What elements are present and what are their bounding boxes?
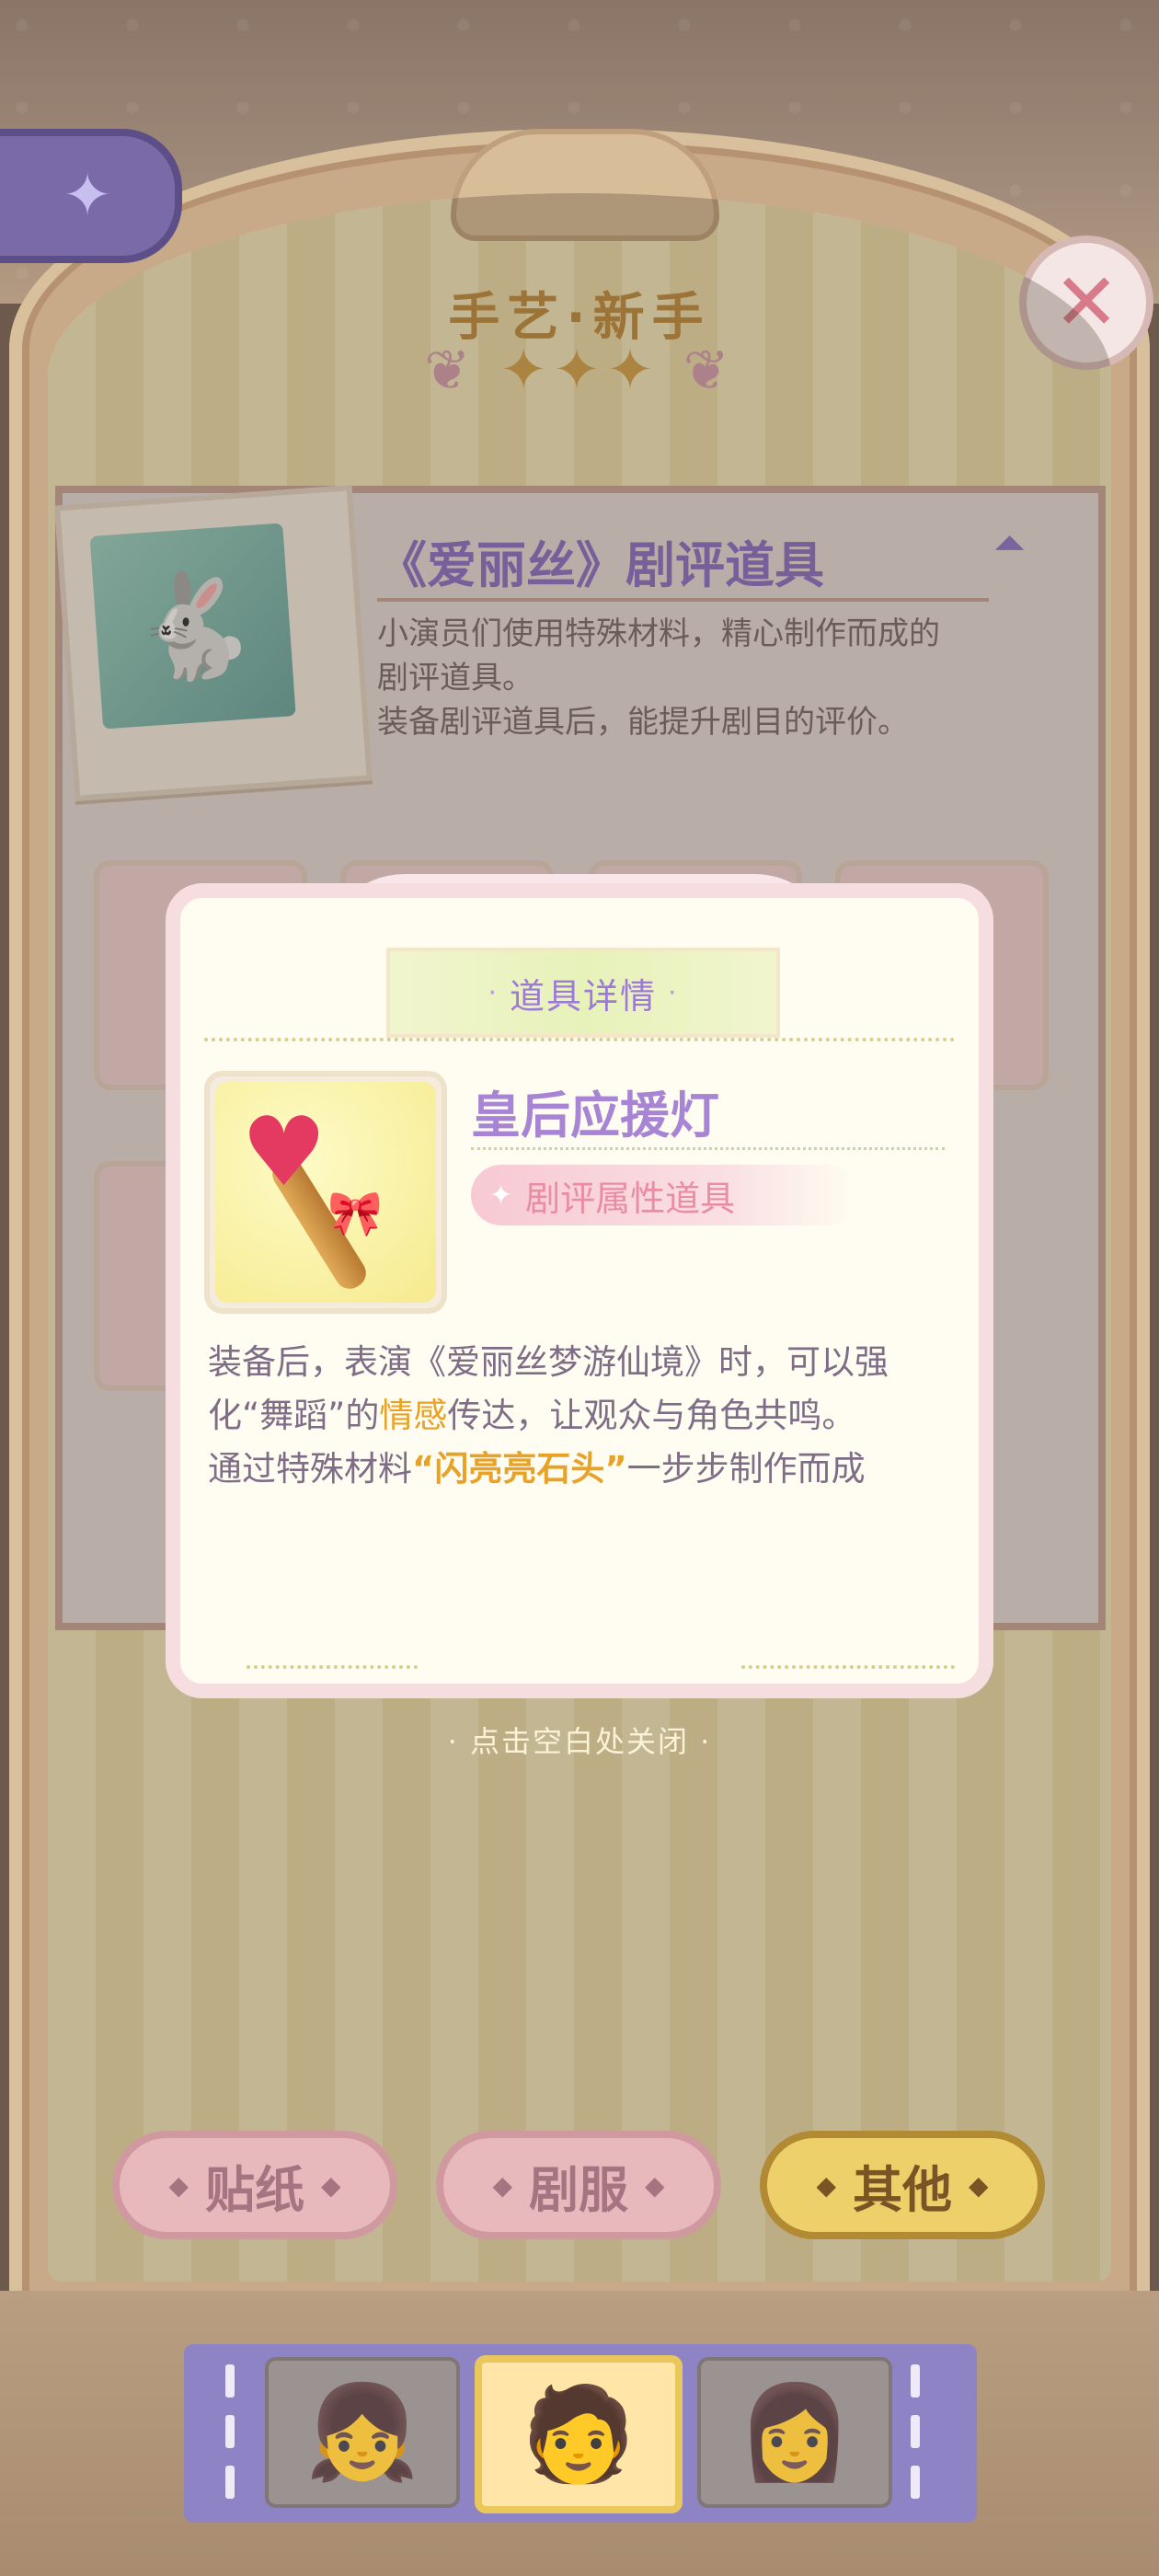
description-line: 装备后，表演《爱丽丝梦游仙境》时，可以强 — [208, 1342, 889, 1382]
modal-divider-bottom-right — [741, 1665, 955, 1669]
item-type-label: 剧评属性道具 — [525, 1178, 736, 1219]
item-type-badge: ✦ 剧评属性道具 — [471, 1165, 857, 1225]
dot-icon: · — [488, 976, 499, 1009]
description-line: 通过特殊材料“闪亮亮石头”一步步制作而成 — [208, 1443, 962, 1496]
modal-title: 道具详情 — [509, 975, 657, 1017]
character-portrait-3-icon: 👩 — [737, 2378, 853, 2486]
character-portrait-1-icon: 👧 — [304, 2378, 420, 2486]
heart-wand-icon: ♥ — [241, 1096, 327, 1208]
film-rail — [911, 2466, 920, 2499]
item-description: 装备后，表演《爱丽丝梦游仙境》时，可以强 化“舞蹈”的情感传达，让观众与角色共鸣… — [208, 1336, 962, 1496]
material-highlight: “闪亮亮石头” — [412, 1449, 627, 1489]
film-rail — [911, 2415, 920, 2448]
sparkle-icon: ✦ — [63, 162, 112, 230]
diamond-icon: ◆ — [321, 2169, 341, 2201]
item-name: 皇后应援灯 — [471, 1087, 719, 1144]
character-slot-1[interactable]: 👧 — [265, 2357, 460, 2508]
diamond-icon: ◆ — [816, 2169, 836, 2201]
character-portrait-2-icon: 🧑 — [521, 2380, 637, 2488]
film-rail — [911, 2364, 920, 2398]
diamond-icon: ◆ — [969, 2169, 989, 2201]
character-slot-2[interactable]: 🧑 — [475, 2355, 683, 2513]
category-costume-button[interactable]: ◆ 剧服 ◆ — [436, 2131, 721, 2239]
ribbon-icon: 🎀 — [327, 1188, 383, 1239]
category-label: 贴纸 — [205, 2160, 304, 2219]
modal-banner: · 道具详情 · — [386, 948, 780, 1038]
item-name-underline — [471, 1147, 945, 1150]
dot-icon: · — [668, 976, 679, 1009]
description-text: 传达，让观众与角色共鸣。 — [447, 1396, 856, 1435]
diamond-icon: ◆ — [645, 2169, 665, 2201]
diamond-icon: ◆ — [492, 2169, 512, 2201]
diamond-icon: ◆ — [168, 2169, 189, 2201]
description-text: 化“舞蹈”的 — [208, 1396, 380, 1435]
modal-divider-bottom-left — [247, 1665, 418, 1669]
film-rail — [225, 2415, 235, 2448]
emotion-highlight: 情感 — [379, 1396, 448, 1435]
character-slot-3[interactable]: 👩 — [697, 2357, 892, 2508]
category-label: 其他 — [853, 2160, 952, 2219]
film-rail — [225, 2466, 235, 2499]
film-rail — [225, 2364, 235, 2398]
side-menu-tab[interactable]: ✦ — [0, 129, 182, 263]
modal-divider-top — [204, 1038, 955, 1041]
description-text: 一步步制作而成 — [626, 1449, 866, 1489]
description-text: 通过特殊材料 — [208, 1449, 412, 1489]
category-label: 剧服 — [529, 2160, 628, 2219]
category-other-button[interactable]: ◆ 其他 ◆ — [760, 2131, 1045, 2239]
badge-star-icon: ✦ — [489, 1179, 513, 1212]
description-line: 化“舞蹈”的情感传达，让观众与角色共鸣。 — [208, 1389, 962, 1443]
tap-to-close-hint: · 点击空白处关闭 · — [447, 1724, 712, 1759]
category-sticker-button[interactable]: ◆ 贴纸 ◆ — [112, 2131, 397, 2239]
